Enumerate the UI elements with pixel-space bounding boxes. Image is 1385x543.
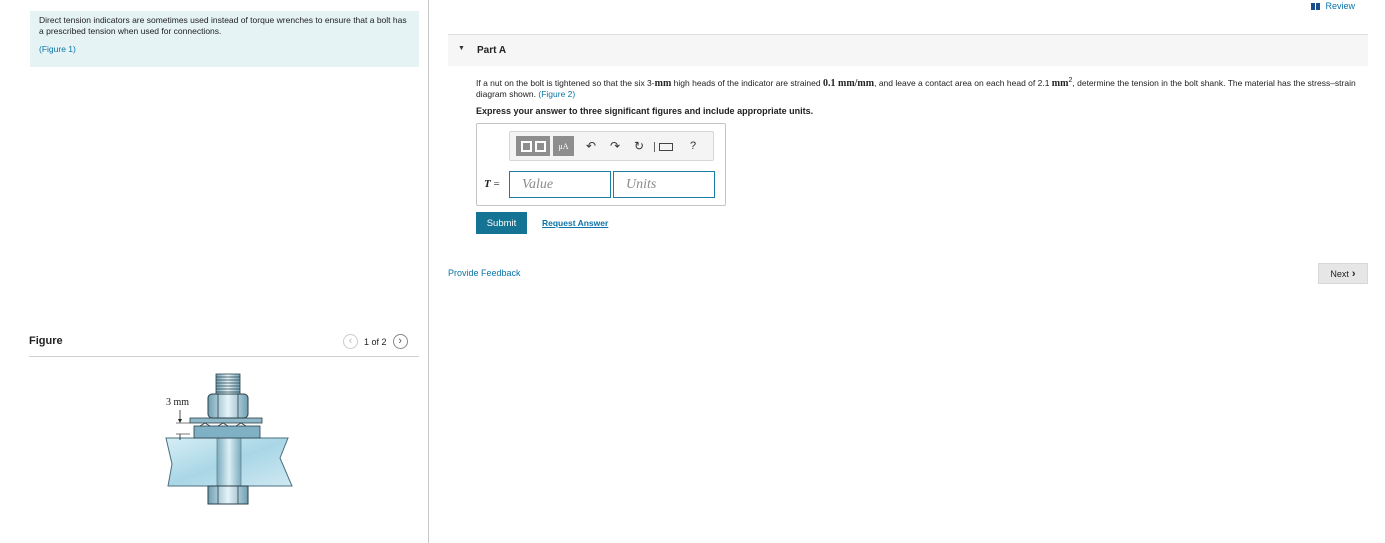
intro-text: Direct tension indicators are sometimes … (39, 15, 407, 36)
figure-2-link[interactable]: (Figure 2) (538, 89, 575, 99)
answer-instruction: Express your answer to three significant… (476, 106, 814, 116)
review-icon (1311, 2, 1321, 10)
reset-icon[interactable]: ↻ (634, 140, 644, 152)
help-button[interactable]: ? (690, 140, 696, 152)
templates-button[interactable] (516, 136, 550, 156)
question-text: If a nut on the bolt is tightened so tha… (476, 75, 1361, 101)
next-button[interactable]: Next › (1318, 263, 1368, 284)
toolbar-separator (654, 142, 655, 152)
figure-title: Figure (29, 335, 63, 347)
figure-divider (29, 356, 419, 357)
value-input[interactable] (509, 171, 611, 198)
units-input[interactable] (613, 171, 715, 198)
answer-box: μA ↶ ↷ ↻ ? T = (476, 123, 726, 206)
collapse-caret-icon[interactable]: ▼ (458, 45, 465, 52)
figure-1-link[interactable]: (Figure 1) (39, 44, 76, 55)
problem-intro: Direct tension indicators are sometimes … (30, 11, 419, 67)
chevron-right-icon: › (1351, 267, 1356, 280)
request-answer-link[interactable]: Request Answer (542, 218, 608, 228)
figure-pager: ‹ 1 of 2 › (343, 334, 408, 349)
review-link[interactable]: Review (1311, 1, 1355, 11)
question-text-3: , and leave a contact area on each head … (874, 77, 1052, 88)
template-icon (534, 140, 546, 152)
unit-mm2: mm (1051, 77, 1069, 89)
strain-value: 0.1 mm/mm (822, 77, 875, 89)
question-text-1: If a nut on the bolt is tightened so tha… (476, 77, 655, 88)
question-text-2: high heads of the indicator are strained (671, 77, 823, 88)
bolt-figure: 3 mm (165, 373, 293, 505)
keyboard-icon[interactable] (659, 143, 673, 151)
mu-a-button[interactable]: μA (553, 136, 574, 156)
equals-sign: = (490, 178, 500, 190)
provide-feedback-link[interactable]: Provide Feedback (448, 268, 521, 278)
variable-symbol: T (484, 178, 491, 190)
review-label: Review (1325, 1, 1355, 11)
part-title: Part A (477, 45, 507, 56)
submit-button[interactable]: Submit (476, 212, 527, 234)
chevron-left-icon[interactable]: ‹ (343, 334, 358, 349)
next-label: Next (1330, 268, 1349, 279)
template-icon (520, 140, 532, 152)
figure-page-count: 1 of 2 (364, 336, 387, 347)
answer-variable: T = (484, 178, 500, 190)
redo-icon[interactable]: ↷ (610, 140, 620, 152)
left-panel: Direct tension indicators are sometimes … (0, 0, 429, 543)
math-toolbar: μA ↶ ↷ ↻ ? (509, 131, 714, 161)
chevron-right-icon[interactable]: › (392, 334, 408, 349)
unit-mm: mm (654, 77, 672, 89)
dimension-label: 3 mm (166, 397, 189, 408)
part-a-header[interactable] (448, 35, 1368, 66)
undo-icon[interactable]: ↶ (586, 140, 596, 152)
